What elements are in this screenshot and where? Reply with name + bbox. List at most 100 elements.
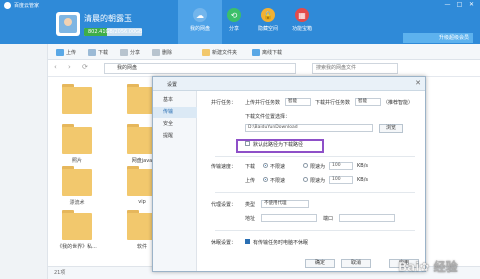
sleep-label: 休眠设置：	[211, 240, 237, 246]
back-icon[interactable]: ‹	[54, 63, 57, 71]
proxy-port-field[interactable]	[339, 214, 395, 222]
divider	[215, 156, 415, 157]
folder-label: 照片	[71, 158, 82, 164]
download-icon	[88, 48, 96, 56]
upload-parallel-label: 上传并行任务数	[245, 100, 281, 106]
download-button[interactable]: 下载	[88, 47, 108, 57]
svg-text:Bai✿ 经验: Bai✿ 经验	[398, 259, 459, 274]
download-location-label: 下载文件位置选择：	[245, 114, 291, 120]
upload-unlimited-radio[interactable]	[263, 177, 268, 182]
lock-icon: 🔒	[261, 8, 275, 22]
upload-speed-row-label: 上传	[245, 178, 256, 184]
upgrade-button[interactable]: 升级超级会员	[403, 33, 473, 43]
dialog-title: 设置	[167, 82, 178, 88]
delete-button[interactable]: 删除	[152, 47, 172, 57]
upload-button[interactable]: 上传	[56, 47, 76, 57]
path-field[interactable]: 我的网盘	[104, 63, 296, 74]
user-name[interactable]: 清晨的朝露玉	[84, 13, 132, 24]
annotation-highlight	[236, 139, 324, 153]
upload-limit-label: 限速为	[310, 178, 326, 184]
app-title: 百度云管家	[14, 3, 40, 9]
app-logo	[4, 2, 11, 9]
download-speed-row-label: 下载	[245, 164, 256, 170]
forward-icon[interactable]: ›	[68, 63, 71, 71]
sidebar	[0, 44, 48, 279]
offline-download-button[interactable]: 离线下载	[252, 47, 282, 57]
folder-label: 《我的世界》私...	[57, 244, 97, 250]
share-icon	[120, 48, 128, 56]
divider	[215, 192, 415, 193]
settings-nav-basic[interactable]: 基本	[153, 95, 197, 106]
toolbox-icon: ▦	[295, 8, 309, 22]
folder-item[interactable]	[62, 124, 92, 154]
folder-label: 漂流术	[69, 200, 85, 206]
folder-item[interactable]	[62, 84, 92, 114]
folder-item[interactable]	[62, 166, 92, 196]
refresh-icon[interactable]: ⟳	[82, 63, 88, 71]
upload-unit: KB/s	[357, 177, 368, 183]
settings-nav-reminder[interactable]: 提醒	[153, 131, 197, 142]
avatar[interactable]	[56, 12, 80, 36]
close-icon[interactable]: ✕	[415, 79, 421, 87]
no-sleep-checkbox[interactable]	[245, 239, 250, 244]
cloud-icon: ☁	[193, 8, 207, 22]
window-controls: — □ ✕	[443, 1, 476, 9]
speed-label: 传输速度：	[211, 164, 237, 170]
folder-icon-body	[62, 127, 92, 154]
offline-icon	[252, 48, 260, 56]
minimize-icon[interactable]: —	[443, 1, 452, 9]
watermark-logo: Bai✿ 经验	[398, 259, 459, 274]
new-folder-button[interactable]: 新建文件夹	[202, 47, 237, 57]
folder-icon	[202, 48, 210, 56]
download-unit: KB/s	[357, 163, 368, 169]
recommend-note: （推荐智能）	[383, 100, 414, 106]
ok-button[interactable]: 确定	[305, 259, 335, 268]
share-button[interactable]: 分享	[120, 47, 140, 57]
download-limit-label: 限速为	[310, 164, 326, 170]
folder-icon-body	[62, 213, 92, 240]
trash-icon	[152, 48, 160, 56]
dialog-title-bar: 设置 ✕	[153, 77, 425, 91]
upload-icon	[56, 48, 64, 56]
proxy-address-label: 地址	[245, 216, 256, 222]
parallel-label: 并行任务：	[211, 100, 237, 106]
download-unlimited-radio[interactable]	[263, 163, 268, 168]
upload-limit-field[interactable]: 100	[329, 176, 353, 184]
settings-dialog: 设置 ✕ 基本 传输 安全 提醒 并行任务： 上传并行任务数 智能 下载并行任务…	[152, 76, 426, 272]
proxy-type-label: 类型	[245, 202, 256, 208]
settings-nav-security[interactable]: 安全	[153, 119, 197, 130]
toolbar: 上传 下载 分享 删除 新建文件夹 离线下载	[48, 44, 480, 60]
baidu-experience-watermark: Bai✿ 经验	[396, 257, 476, 275]
address-bar: ‹ › ⟳ 我的网盘 搜索我的网盘文件	[48, 60, 480, 77]
download-limit-field[interactable]: 100	[329, 162, 353, 170]
upload-unlimited-label: 不限速	[270, 178, 286, 184]
tab-label: 功能宝箱	[291, 26, 312, 32]
folder-item[interactable]	[62, 210, 92, 240]
no-sleep-label: 有传输任务时电脑不休眠	[253, 240, 309, 246]
cancel-button[interactable]: 取消	[341, 259, 371, 268]
settings-nav: 基本 传输 安全 提醒	[153, 91, 197, 271]
app-header: 百度云管家 — □ ✕ 清晨的朝露玉 802.41GB/2056.00GB ☁ …	[0, 0, 480, 44]
settings-nav-transfer[interactable]: 传输	[153, 107, 197, 118]
download-parallel-select[interactable]: 智能	[355, 98, 381, 106]
download-unlimited-label: 不限速	[270, 164, 286, 170]
proxy-type-select[interactable]: 不使用代理	[261, 200, 309, 208]
close-icon[interactable]: ✕	[467, 1, 476, 9]
upload-limit-radio[interactable]	[303, 177, 308, 182]
download-parallel-label: 下载并行任务数	[315, 100, 351, 106]
folder-icon-body	[62, 169, 92, 196]
download-path-field[interactable]: D:\BaiduYunDownload	[245, 124, 373, 132]
folder-icon-body	[62, 87, 92, 114]
share-icon: ⟲	[227, 8, 241, 22]
proxy-label: 代理设置：	[211, 202, 237, 208]
tab-toolbox[interactable]: ▦ 功能宝箱	[280, 0, 324, 44]
upload-parallel-select[interactable]: 智能	[285, 98, 311, 106]
download-limit-radio[interactable]	[303, 163, 308, 168]
proxy-port-label: 端口	[323, 216, 334, 222]
proxy-address-field[interactable]	[261, 214, 317, 222]
maximize-icon[interactable]: □	[455, 1, 464, 9]
divider	[215, 230, 415, 231]
search-input[interactable]: 搜索我的网盘文件	[312, 63, 398, 74]
browse-button[interactable]: 浏览	[379, 124, 403, 133]
quota-text: 802.41GB/2056.00GB	[88, 29, 143, 35]
